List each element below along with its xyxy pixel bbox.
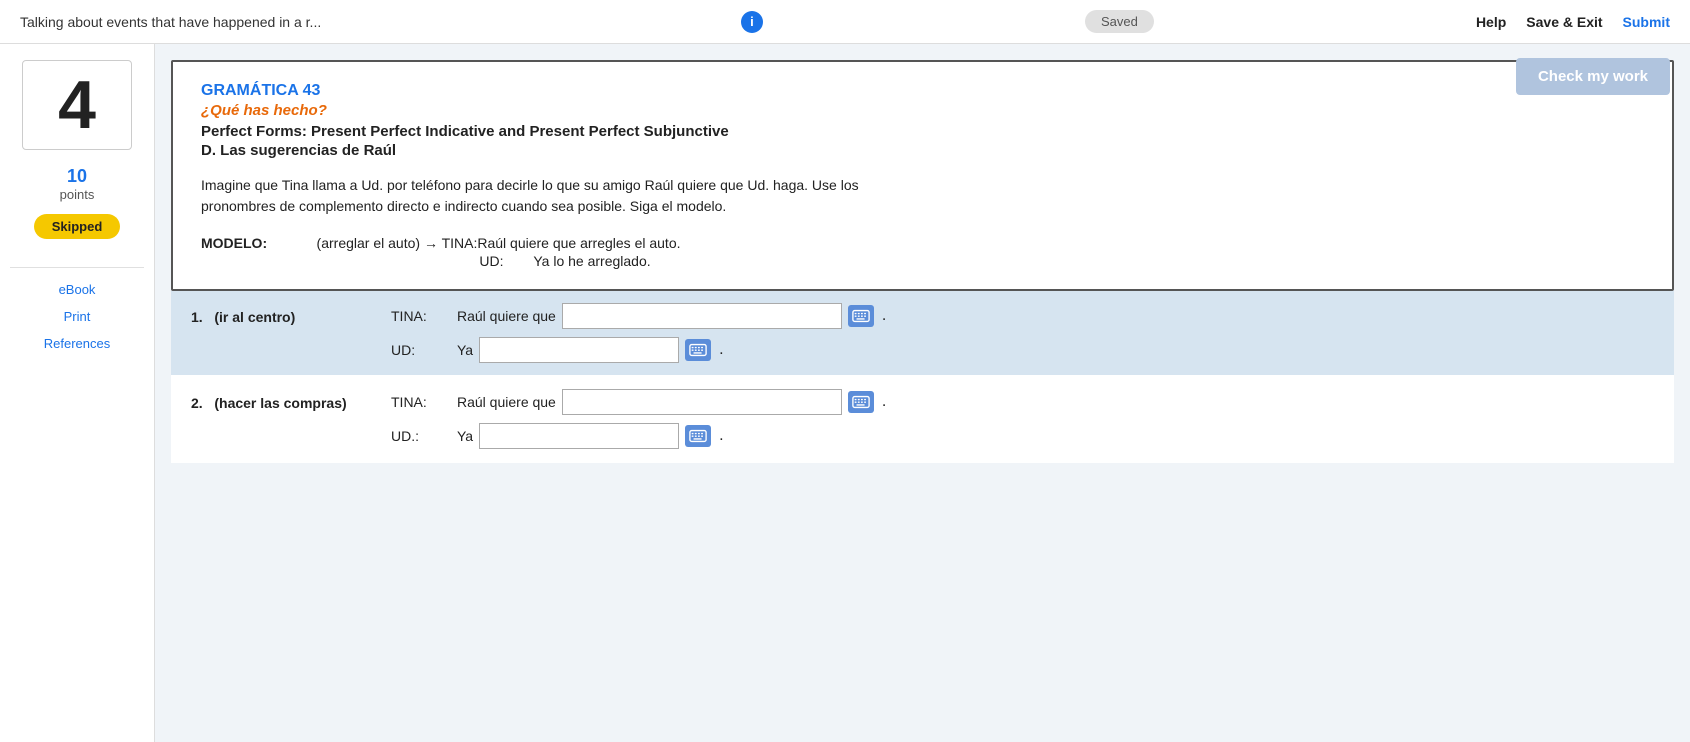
exercise-inner-2: 2. (hacer las compras) TINA: Raúl quiere… bbox=[191, 389, 1654, 449]
exercise-2-number: 2. bbox=[191, 395, 203, 411]
content-area: Check my work GRAMÁTICA 43 ¿Qué has hech… bbox=[155, 44, 1690, 742]
exercise-2-ud-input[interactable] bbox=[479, 423, 679, 449]
ebook-link[interactable]: eBook bbox=[10, 276, 144, 303]
exercise-2-ud-label: UD.: bbox=[391, 428, 451, 444]
check-my-work-button[interactable]: Check my work bbox=[1516, 58, 1670, 95]
exercise-2-tina-input[interactable] bbox=[562, 389, 842, 415]
points-section: 10 points bbox=[60, 166, 95, 202]
exercise-2-text: (hacer las compras) bbox=[214, 395, 346, 411]
exercise-1-prompt: 1. (ir al centro) bbox=[191, 303, 391, 325]
exercise-1-tina-dot: . bbox=[882, 307, 886, 325]
modelo-tina-text: Raúl quiere que arregles el auto. bbox=[477, 235, 680, 251]
info-icon[interactable]: i bbox=[741, 11, 763, 33]
exercise-1-tina-row: TINA: Raúl quiere que bbox=[391, 303, 1654, 329]
grammar-card: GRAMÁTICA 43 ¿Qué has hecho? Perfect For… bbox=[171, 60, 1674, 291]
exercise-1-text: (ir al centro) bbox=[214, 309, 295, 325]
keyboard-icon-2a[interactable] bbox=[848, 391, 874, 413]
exercise-2-tina-prefix: Raúl quiere que bbox=[457, 394, 556, 410]
modelo-ud-text: Ya lo he arreglado. bbox=[533, 253, 650, 269]
sidebar-divider bbox=[10, 267, 144, 268]
exercise-2-ud-row: UD.: Ya bbox=[391, 423, 1654, 449]
exercise-2-tina-row: TINA: Raúl quiere que bbox=[391, 389, 1654, 415]
modelo-content: Raúl quiere que arregles el auto. UD: Ya… bbox=[477, 235, 680, 269]
exercise-inner-1: 1. (ir al centro) TINA: Raúl quiere que bbox=[191, 303, 1654, 363]
saved-badge: Saved bbox=[1085, 10, 1154, 33]
submit-link[interactable]: Submit bbox=[1623, 14, 1670, 30]
sidebar: 4 10 points Skipped eBook Print Referenc… bbox=[0, 44, 155, 742]
help-link[interactable]: Help bbox=[1476, 14, 1506, 30]
exercise-1-tina-input[interactable] bbox=[562, 303, 842, 329]
header: Talking about events that have happened … bbox=[0, 0, 1690, 44]
question-number: 4 bbox=[58, 66, 96, 144]
modelo-ud-label: UD: bbox=[477, 253, 527, 269]
exercise-1-ud-row: UD: Ya bbox=[391, 337, 1654, 363]
exercise-2-tina-dot: . bbox=[882, 393, 886, 411]
exercise-1-tina-label: TINA: bbox=[391, 308, 451, 324]
grammar-instructions: Imagine que Tina llama a Ud. por teléfon… bbox=[201, 175, 1644, 217]
points-value: 10 bbox=[60, 166, 95, 187]
modelo-row: MODELO: (arreglar el auto) → TINA: Raúl … bbox=[201, 235, 1644, 269]
exercise-2-ud-prefix: Ya bbox=[457, 428, 473, 444]
exercise-row-1: 1. (ir al centro) TINA: Raúl quiere que bbox=[171, 291, 1674, 377]
exercise-1-ud-dot: . bbox=[719, 341, 723, 359]
keyboard-icon-1a[interactable] bbox=[848, 305, 874, 327]
exercise-1-ud-prefix: Ya bbox=[457, 342, 473, 358]
main-layout: 4 10 points Skipped eBook Print Referenc… bbox=[0, 44, 1690, 742]
grammar-section-title: D. Las sugerencias de Raúl bbox=[201, 142, 1644, 159]
exercise-1-inputs: TINA: Raúl quiere que bbox=[391, 303, 1654, 363]
modelo-tina-row: Raúl quiere que arregles el auto. bbox=[477, 235, 680, 251]
exercise-2-inputs: TINA: Raúl quiere que bbox=[391, 389, 1654, 449]
references-link[interactable]: References bbox=[10, 330, 144, 357]
exercise-2-tina-label: TINA: bbox=[391, 394, 451, 410]
exercise-area: 1. (ir al centro) TINA: Raúl quiere que bbox=[171, 291, 1674, 463]
grammar-label: GRAMÁTICA 43 bbox=[201, 82, 1644, 100]
question-number-box: 4 bbox=[22, 60, 132, 150]
grammar-title: Perfect Forms: Present Perfect Indicativ… bbox=[201, 123, 1644, 140]
exercise-1-tina-prefix: Raúl quiere que bbox=[457, 308, 556, 324]
skipped-badge: Skipped bbox=[34, 214, 121, 239]
exercise-1-ud-input[interactable] bbox=[479, 337, 679, 363]
save-exit-link[interactable]: Save & Exit bbox=[1526, 14, 1602, 30]
modelo-label: MODELO: bbox=[201, 235, 301, 251]
exercise-2-prompt: 2. (hacer las compras) bbox=[191, 389, 391, 411]
modelo-ud-row: UD: Ya lo he arreglado. bbox=[477, 253, 680, 269]
exercise-row-2: 2. (hacer las compras) TINA: Raúl quiere… bbox=[171, 377, 1674, 463]
print-link[interactable]: Print bbox=[10, 303, 144, 330]
header-title: Talking about events that have happened … bbox=[20, 14, 733, 30]
keyboard-icon-1b[interactable] bbox=[685, 339, 711, 361]
exercise-1-number: 1. bbox=[191, 309, 203, 325]
modelo-arrow: (arreglar el auto) → TINA: bbox=[301, 235, 477, 251]
keyboard-icon-2b[interactable] bbox=[685, 425, 711, 447]
exercise-2-ud-dot: . bbox=[719, 427, 723, 445]
points-label: points bbox=[60, 187, 95, 202]
header-actions: Help Save & Exit Submit bbox=[1476, 14, 1670, 30]
grammar-subtitle: ¿Qué has hecho? bbox=[201, 102, 1644, 119]
exercise-1-ud-label: UD: bbox=[391, 342, 451, 358]
